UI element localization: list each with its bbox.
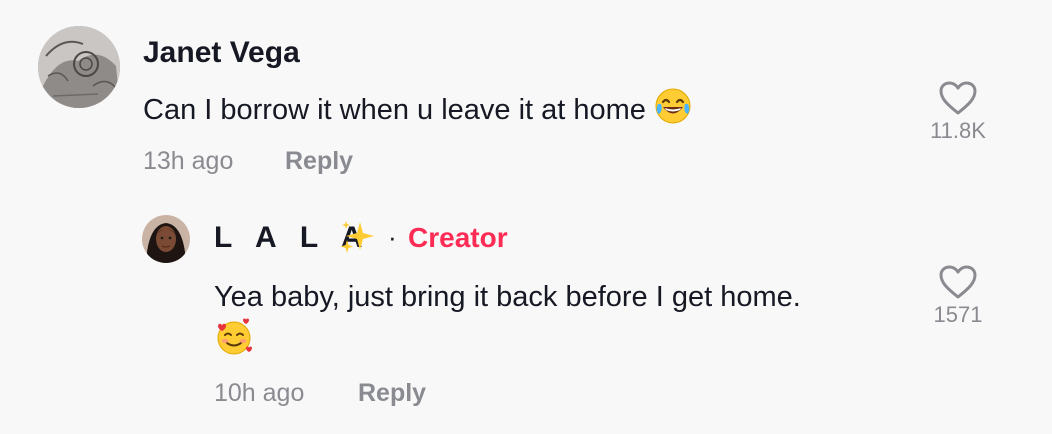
smiling-face-with-hearts-icon bbox=[214, 317, 254, 368]
laughing-tears-emoji-icon bbox=[654, 87, 692, 136]
sparkles-icon bbox=[338, 218, 378, 263]
comment-text: Can I borrow it when u leave it at home bbox=[143, 87, 923, 136]
reply-text: Yea baby, just bring it back before I ge… bbox=[214, 277, 894, 368]
like-count: 11.8K bbox=[930, 118, 986, 143]
comment-timestamp: 13h ago bbox=[143, 147, 234, 175]
like-button[interactable]: 11.8K bbox=[918, 80, 998, 144]
heart-icon[interactable] bbox=[938, 264, 978, 300]
commenter-username[interactable]: Janet Vega bbox=[143, 36, 300, 70]
reply-timestamp: 10h ago bbox=[214, 379, 305, 407]
commenter-avatar[interactable] bbox=[38, 26, 120, 108]
creator-avatar[interactable] bbox=[142, 215, 190, 263]
reply-button[interactable]: Reply bbox=[285, 147, 353, 176]
creator-badge: Creator bbox=[408, 222, 508, 253]
heart-icon[interactable] bbox=[938, 80, 978, 116]
reply-reply-button[interactable]: Reply bbox=[358, 379, 426, 408]
separator-dot: · bbox=[388, 222, 397, 252]
comment-text-content: Can I borrow it when u leave it at home bbox=[143, 94, 646, 127]
reply-like-button[interactable]: 1571 bbox=[918, 264, 998, 328]
reply-like-count: 1571 bbox=[933, 302, 983, 327]
reply-text-content: Yea baby, just bring it back before I ge… bbox=[214, 281, 801, 313]
